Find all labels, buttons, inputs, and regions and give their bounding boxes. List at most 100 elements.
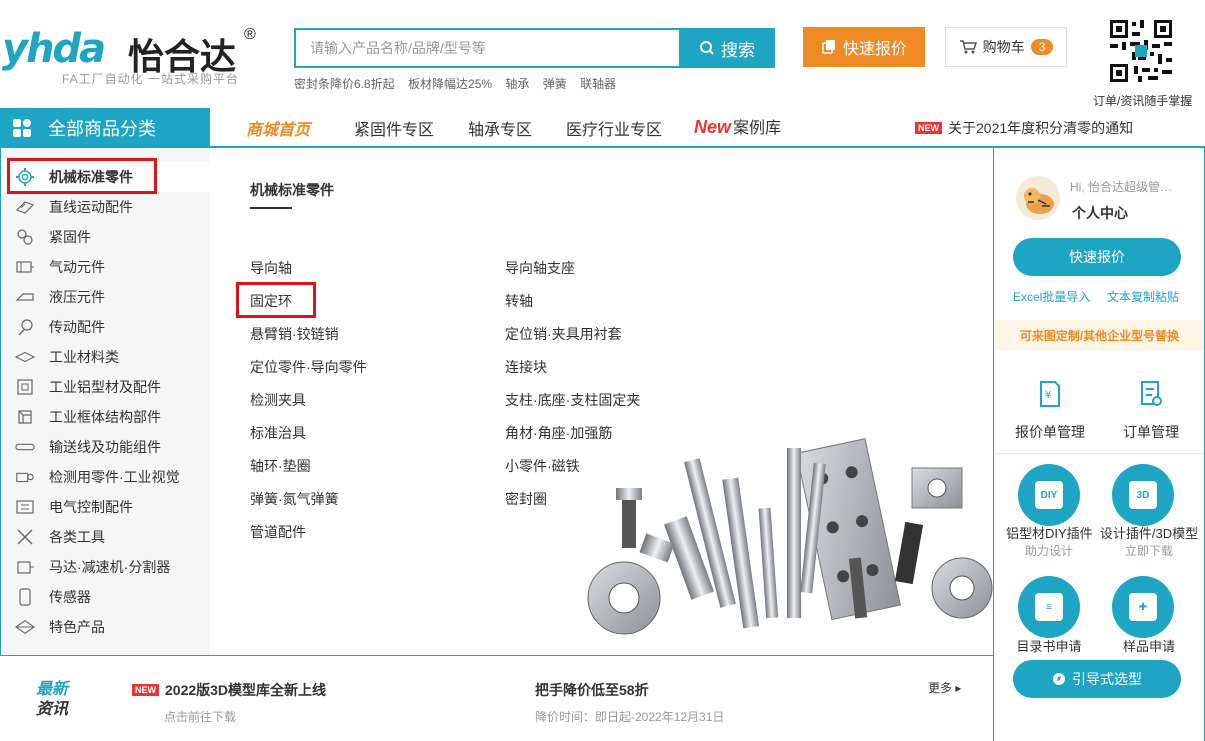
cart-label: 购物车 <box>982 39 1025 55</box>
order-management-link[interactable]: 订单管理 <box>1101 374 1201 442</box>
sample-request-label[interactable]: 样品申请 <box>1096 636 1202 655</box>
sidebar-item-label: 工业框体结构部件 <box>49 409 161 425</box>
subcategory-link[interactable]: 导向轴支座 <box>505 258 575 278</box>
hotword-link[interactable]: 轴承 <box>505 77 529 91</box>
news-item-handle-discount[interactable]: 把手降价低至58折 <box>535 680 649 700</box>
sidebar-item-label: 各类工具 <box>49 529 105 545</box>
sidebar-item-materials[interactable]: 工业材料类 <box>1 342 210 372</box>
subcategory-link[interactable]: 小零件·磁铁 <box>505 456 580 476</box>
hot-search-words: 密封条降价6.8折起 板材降幅达25% 轴承 弹簧 联轴器 <box>294 75 626 92</box>
nav-medical[interactable]: 医疗行业专区 <box>566 116 662 140</box>
sidebar-item-label: 检测用零件·工业视觉 <box>49 469 180 485</box>
subcategory-link[interactable]: 标准治具 <box>250 423 306 443</box>
sidebar-item-vision[interactable]: 检测用零件·工业视觉 <box>1 462 210 492</box>
search-button[interactable]: 搜索 <box>679 28 775 68</box>
quick-quote-button[interactable]: 快速报价 <box>803 27 925 67</box>
camera-icon <box>15 467 35 487</box>
hotword-link[interactable]: 弹簧 <box>543 77 567 91</box>
nav-home[interactable]: 商城首页 <box>246 116 310 140</box>
sidebar-item-conveyor[interactable]: 输送线及功能组件 <box>1 432 210 462</box>
quote-document-icon: ¥ <box>1030 374 1070 414</box>
sidebar-item-label: 电气控制配件 <box>49 499 133 515</box>
quick-quote-label: 快速报价 <box>842 41 907 58</box>
sidebar-item-motors[interactable]: 马达·减速机·分割器 <box>1 552 210 582</box>
all-categories-button[interactable]: 全部商品分类 <box>0 108 210 148</box>
sidebar-item-label: 马达·减速机·分割器 <box>49 559 171 575</box>
3d-model-label[interactable]: 设计插件/3D模型 <box>1096 523 1202 542</box>
subcategory-link[interactable]: 支柱·底座·支柱固定夹 <box>505 390 640 410</box>
subcategory-link[interactable]: 悬臂销·铰链销 <box>250 324 339 344</box>
sidebar-item-hydraulic[interactable]: 液压元件 <box>1 282 210 312</box>
subcategory-link[interactable]: 密封圈 <box>505 489 547 509</box>
nav-fasteners[interactable]: 紧固件专区 <box>354 116 434 140</box>
quote-management-link[interactable]: ¥ 报价单管理 <box>1000 374 1100 442</box>
search-button-label: 搜索 <box>721 40 755 60</box>
news-title: 2022版3D模型库全新上线 <box>165 682 327 698</box>
sidebar-item-fasteners[interactable]: 紧固件 <box>1 222 210 252</box>
subcategory-link[interactable]: 检测夹具 <box>250 390 306 410</box>
hotword-link[interactable]: 联轴器 <box>580 77 616 91</box>
catalog-book-icon: ≡ <box>1035 593 1063 621</box>
guided-selection-label: 引导式选型 <box>1072 671 1142 687</box>
sidebar-item-featured[interactable]: 特色产品 <box>1 612 210 642</box>
sidebar-quick-quote-button[interactable]: 快速报价 <box>1013 238 1181 276</box>
catalog-request-button[interactable]: ≡ <box>1018 576 1080 638</box>
sidebar-item-linear-motion[interactable]: 直线运动配件 <box>1 192 210 222</box>
sidebar-item-aluminum-profiles[interactable]: 工业铝型材及配件 <box>1 372 210 402</box>
diy-plugin-label[interactable]: 铝型材DIY插件 <box>1006 523 1093 542</box>
subcategory-link[interactable]: 定位销·夹具用衬套 <box>505 324 622 344</box>
logo-slogan: FA工厂自动化 一站式采购平台 <box>62 72 240 86</box>
news-subtitle[interactable]: 点击前往下载 <box>164 708 236 725</box>
latest-news-title: 最新 资讯 <box>36 680 68 720</box>
highlight-box <box>7 158 157 194</box>
site-logo[interactable]: yhda 怡合达 ® FA工厂自动化 一站式采购平台 <box>0 22 270 92</box>
diy-plugin-button[interactable]: DIY <box>1018 464 1080 526</box>
sidebar-item-pneumatic[interactable]: 气动元件 <box>1 252 210 282</box>
nav-case-library[interactable]: New 案例库 <box>694 114 781 138</box>
news-item-3d-library[interactable]: NEW 2022版3D模型库全新上线 <box>132 680 326 700</box>
new-badge: NEW <box>915 122 942 134</box>
custom-replace-strip[interactable]: 可来图定制/其他企业型号替换 <box>995 320 1204 350</box>
search-input[interactable]: 请输入产品名称/品牌/型号等 <box>294 28 679 68</box>
avatar[interactable] <box>1016 176 1060 220</box>
3d-model-button[interactable]: 3D <box>1112 464 1174 526</box>
search-icon <box>700 41 714 55</box>
user-panel: Hi, 怡合达超级管… 个人中心 快速报价 Excel批量导入 文本复制粘贴 可… <box>993 148 1205 656</box>
sample-request-button[interactable]: ✚ <box>1112 576 1174 638</box>
compass-icon <box>1053 673 1065 685</box>
nav-bearings[interactable]: 轴承专区 <box>468 116 532 140</box>
sidebar-item-label: 紧固件 <box>49 229 91 245</box>
catalog-request-label[interactable]: 目录书申请 <box>1006 636 1092 655</box>
sidebar-item-frame-parts[interactable]: 工业框体结构部件 <box>1 402 210 432</box>
subcategory-link[interactable]: 定位零件·导向零件 <box>250 357 367 377</box>
subcategory-link[interactable]: 管道配件 <box>250 522 306 542</box>
subcategory-link[interactable]: 弹簧·氮气弹簧 <box>250 489 339 509</box>
3d-cube-icon: 3D <box>1129 481 1157 509</box>
excel-import-link[interactable]: Excel批量导入 <box>1013 288 1090 305</box>
subcategory-link[interactable]: 导向轴 <box>250 258 292 278</box>
sidebar-item-label: 液压元件 <box>49 289 105 305</box>
sidebar-item-transmission[interactable]: 传动配件 <box>1 312 210 342</box>
guided-selection-button[interactable]: 引导式选型 <box>1013 660 1181 698</box>
sidebar-item-label: 气动元件 <box>49 259 105 275</box>
sidebar-item-tools[interactable]: 各类工具 <box>1 522 210 552</box>
sidebar-item-electrical[interactable]: 电气控制配件 <box>1 492 210 522</box>
text-paste-link[interactable]: 文本复制粘贴 <box>1107 288 1179 305</box>
cart-button[interactable]: 购物车 3 <box>945 27 1067 67</box>
hotword-link[interactable]: 密封条降价6.8折起 <box>294 77 395 91</box>
sidebar-item-label: 输送线及功能组件 <box>49 439 161 455</box>
more-news-link[interactable]: 更多 ▸ <box>928 679 961 696</box>
subcategory-link[interactable]: 连接块 <box>505 357 547 377</box>
sidebar-item-label: 传感器 <box>49 589 91 605</box>
sidebar-item-label: 工业材料类 <box>49 349 119 365</box>
order-list-icon <box>1131 374 1171 414</box>
hotword-link[interactable]: 板材降幅达25% <box>408 77 492 91</box>
news-bar: 最新 资讯 NEW 2022版3D模型库全新上线 点击前往下载 把手降价低至58… <box>10 670 983 730</box>
notice-link[interactable]: NEW 关于2021年度积分清零的通知 <box>915 118 1133 138</box>
subcategory-link[interactable]: 转轴 <box>505 291 533 311</box>
sidebar-item-sensors[interactable]: 传感器 <box>1 582 210 612</box>
subcategory-link[interactable]: 轴环·垫圈 <box>250 456 311 476</box>
cart-icon <box>959 40 977 54</box>
main-navigation: 全部商品分类 商城首页 紧固件专区 轴承专区 医疗行业专区 New 案例库 NEW… <box>0 108 1205 148</box>
user-center-link[interactable]: 个人中心 <box>1072 203 1128 223</box>
